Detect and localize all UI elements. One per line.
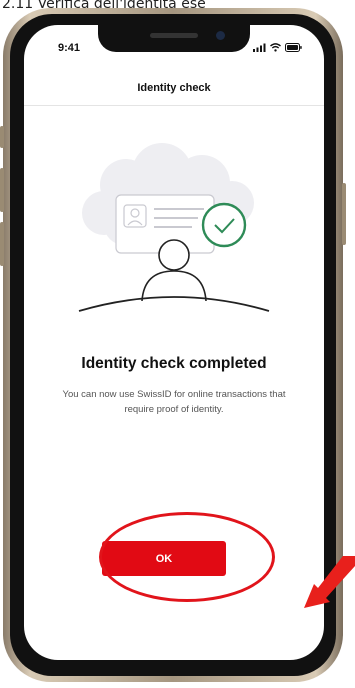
identity-verified-illustration [78, 143, 270, 312]
status-icons [253, 43, 302, 52]
success-description: You can now use SwissID for online trans… [62, 389, 286, 415]
mute-switch [0, 126, 4, 148]
power-button [342, 183, 346, 245]
wifi-icon [270, 43, 281, 52]
notch [98, 25, 250, 52]
header-divider [24, 105, 324, 106]
speaker [150, 33, 198, 38]
ok-button-highlight-ring [99, 512, 275, 602]
front-camera [216, 31, 225, 40]
page-title: Identity check [137, 82, 211, 94]
battery-icon [285, 43, 302, 52]
pointer-arrow-icon [304, 556, 355, 608]
signal-icon [253, 43, 266, 52]
status-time: 9:41 [58, 42, 81, 54]
success-headline: Identity check completed [81, 355, 267, 372]
volume-down-button [0, 222, 4, 266]
volume-up-button [0, 168, 4, 212]
